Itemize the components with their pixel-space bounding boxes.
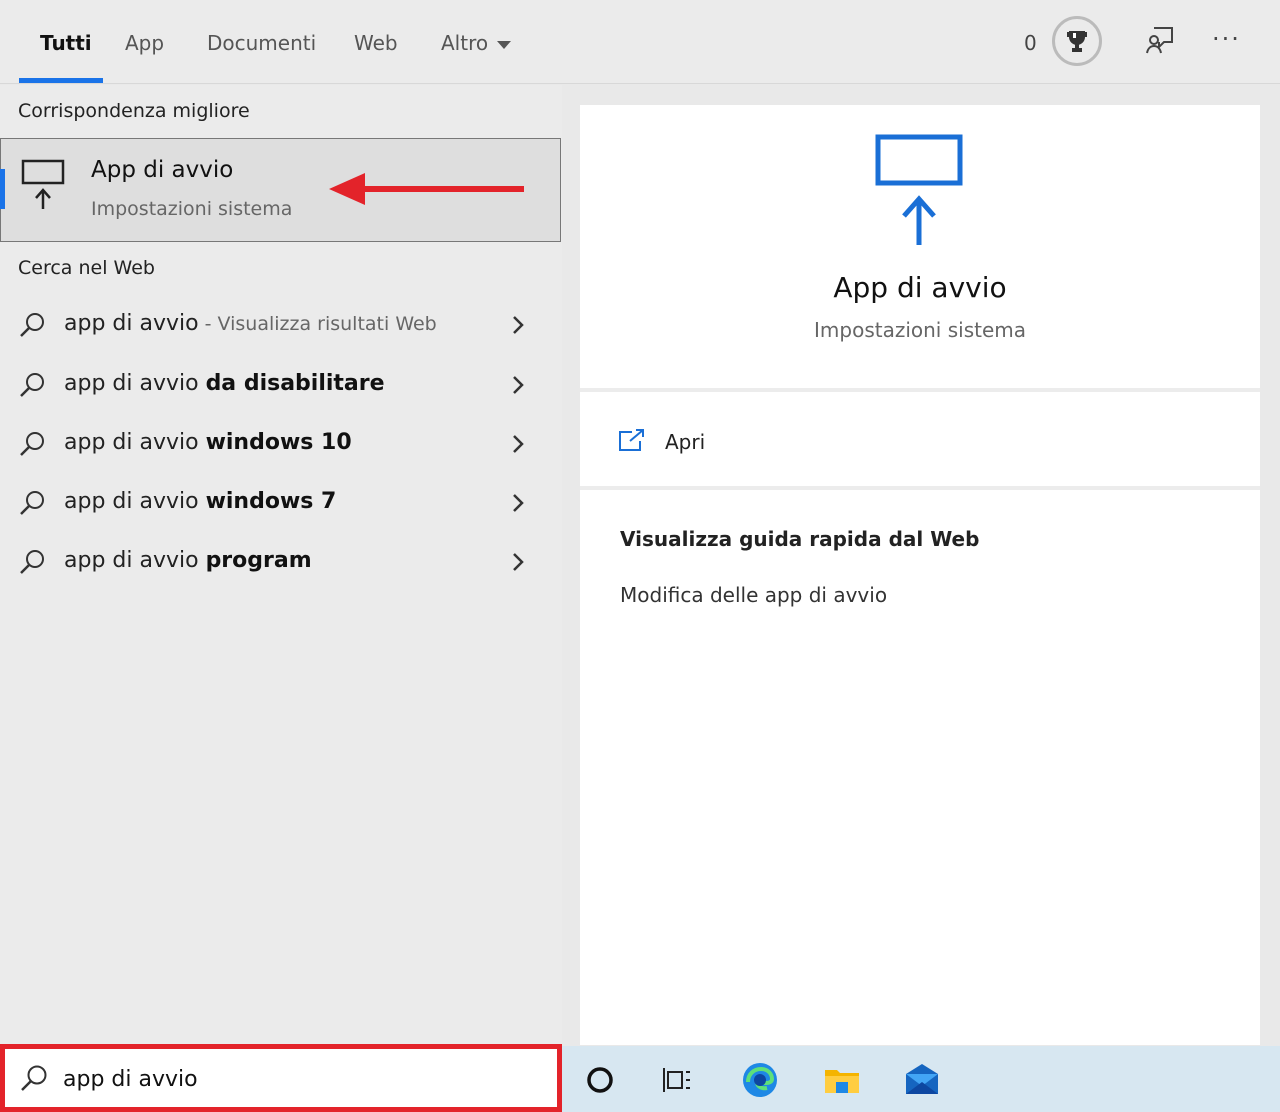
web-suggestion[interactable]: app di avvio da disabilitare	[0, 357, 561, 413]
web-suggestion-text: app di avvio program	[64, 548, 312, 573]
caret-down-icon	[497, 40, 512, 49]
search-icon	[20, 491, 44, 515]
results-list: Corrispondenza migliore App di avvio Imp…	[0, 85, 562, 1045]
chevron-right-icon	[513, 435, 524, 453]
web-suggestion[interactable]: app di avvio program	[0, 534, 561, 590]
best-match-item[interactable]: App di avvio Impostazioni sistema	[0, 138, 561, 242]
web-suggestion[interactable]: app di avvio - Visualizza risultati Web	[0, 297, 561, 353]
chevron-right-icon	[513, 553, 524, 571]
best-match-subtitle: Impostazioni sistema	[91, 198, 293, 220]
rewards-points: 0	[1024, 31, 1037, 55]
search-icon	[21, 1065, 47, 1091]
cortana-icon[interactable]	[580, 1060, 620, 1100]
tab-documenti[interactable]: Documenti	[207, 28, 316, 58]
trophy-glyph	[1067, 31, 1087, 52]
detail-panel: App di avvio Impostazioni sistema Apri V…	[580, 105, 1260, 1045]
tab-app[interactable]: App	[125, 28, 164, 58]
filter-tab-bar: Tutti App Documenti Web Altro 0 ···	[0, 0, 1280, 84]
web-guide-heading: Visualizza guida rapida dal Web	[620, 527, 980, 551]
web-suggestion-text: app di avvio windows 10	[64, 430, 352, 455]
web-suggestion-text: app di avvio da disabilitare	[64, 371, 385, 396]
chevron-right-icon	[513, 494, 524, 512]
web-search-heading: Cerca nel Web	[18, 257, 155, 279]
search-icon	[20, 313, 44, 337]
search-input[interactable]	[63, 1063, 543, 1095]
taskbar	[562, 1046, 1280, 1112]
web-suggestion[interactable]: app di avvio windows 10	[0, 416, 561, 472]
file-explorer-icon[interactable]	[822, 1060, 862, 1100]
open-action[interactable]: Apri	[580, 396, 1260, 490]
chevron-right-icon	[513, 316, 524, 334]
web-suggestion[interactable]: app di avvio windows 7	[0, 475, 561, 531]
tab-tutti[interactable]: Tutti	[40, 28, 92, 58]
search-icon	[20, 373, 44, 397]
tab-altro-label: Altro	[441, 31, 489, 55]
mail-icon[interactable]	[902, 1060, 942, 1100]
best-match-heading: Corrispondenza migliore	[18, 100, 250, 122]
best-match-title: App di avvio	[91, 157, 234, 183]
search-icon	[20, 550, 44, 574]
tab-altro[interactable]: Altro	[441, 28, 512, 58]
search-icon	[20, 432, 44, 456]
startup-apps-icon	[21, 159, 65, 209]
detail-title: App di avvio	[833, 271, 1007, 304]
detail-subtitle: Impostazioni sistema	[814, 318, 1026, 342]
chevron-right-icon	[513, 376, 524, 394]
web-suggestion-text: app di avvio windows 7	[64, 489, 337, 514]
open-label: Apri	[665, 430, 706, 454]
feedback-icon[interactable]	[1144, 24, 1176, 56]
more-options-button[interactable]: ···	[1212, 24, 1241, 54]
task-view-icon[interactable]	[658, 1060, 698, 1100]
trophy-icon[interactable]	[1052, 16, 1102, 66]
tab-web[interactable]: Web	[354, 28, 398, 58]
search-box	[0, 1044, 562, 1112]
selection-accent-bar	[0, 169, 5, 209]
open-icon	[619, 429, 644, 451]
startup-apps-icon	[875, 134, 963, 245]
edge-browser-icon[interactable]	[740, 1060, 780, 1100]
active-tab-indicator	[19, 78, 103, 83]
web-suggestion-text: app di avvio - Visualizza risultati Web	[64, 311, 437, 336]
detail-header: App di avvio Impostazioni sistema	[580, 105, 1260, 392]
web-guide-link[interactable]: Modifica delle app di avvio	[620, 583, 887, 607]
red-arrow-annotation	[329, 173, 524, 205]
